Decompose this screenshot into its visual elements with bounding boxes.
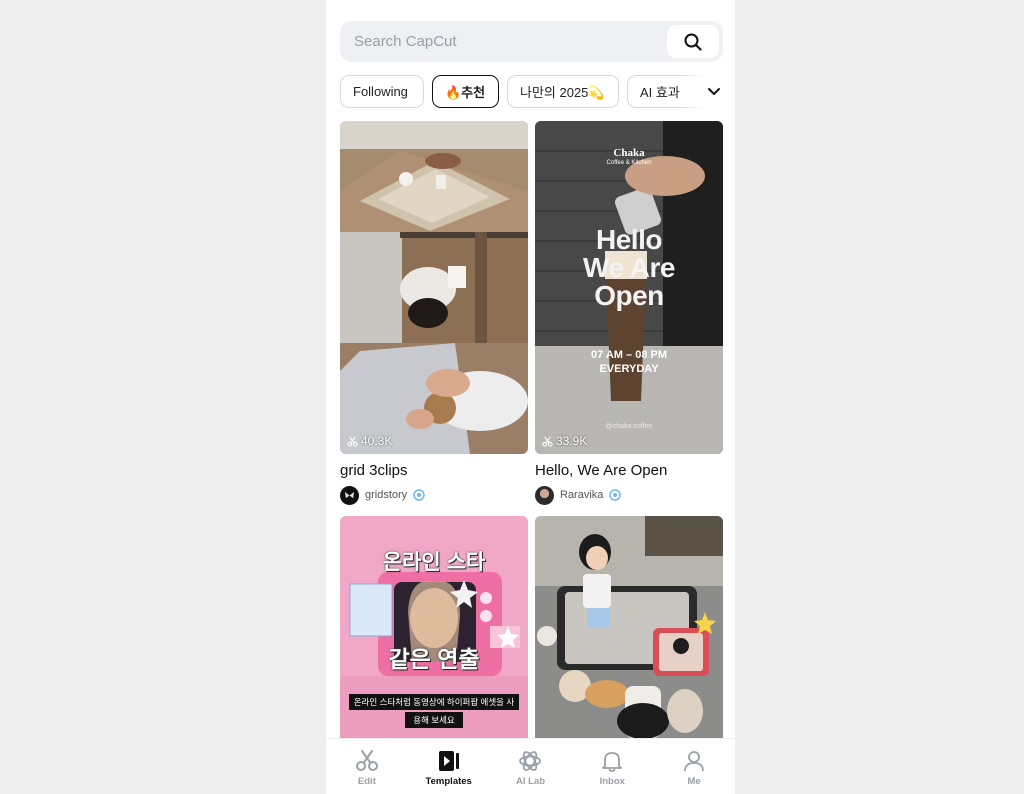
search-input[interactable]: Search CapCut	[354, 33, 457, 50]
usage-count: 40.3K	[347, 434, 392, 448]
chevron-down-icon	[708, 88, 720, 95]
tab-following[interactable]: Following	[340, 75, 424, 108]
thumbnail-image	[535, 516, 723, 738]
category-tabs: Following 🔥추천 나만의 2025💫 AI 효과	[340, 75, 735, 109]
search-button[interactable]	[667, 25, 719, 58]
author-row[interactable]: Raravika	[535, 485, 622, 505]
search-bar[interactable]: Search CapCut	[340, 21, 723, 62]
usage-count: 33.9K	[542, 434, 587, 448]
tab-recommended[interactable]: 🔥추천	[432, 75, 499, 108]
thumbnail-image	[340, 121, 528, 454]
usage-count-value: 40.3K	[361, 434, 393, 448]
overlay-headline-3: Open	[594, 280, 664, 311]
overlay-caption-1: 온라인 스타처럼 동영상에 하이퍼팝 에셋을 사	[349, 694, 519, 710]
template-card-hello-we-are-open[interactable]: Chaka Coffee & Kitchen Hello We Are Open…	[535, 121, 723, 511]
verified-icon	[413, 489, 425, 501]
scissors-icon	[542, 436, 553, 447]
template-card-online-star[interactable]: 온라인 스타 같은 연출 온라인 스타처럼 동영상에 하이퍼팝 에셋을 사 용해…	[340, 516, 528, 738]
avatar	[535, 485, 554, 505]
overlay-top-text: 온라인 스타	[382, 551, 486, 574]
atom-icon	[519, 751, 542, 771]
overlay-days: EVERYDAY	[599, 363, 659, 375]
card-title[interactable]: grid 3clips	[340, 462, 408, 479]
template-thumbnail[interactable]: 40.3K	[340, 121, 528, 454]
overlay-brand-sub: Coffee & Kitchen	[606, 160, 652, 166]
tab-label: AI 효과	[640, 85, 680, 100]
usage-count-value: 33.9K	[556, 434, 588, 448]
nav-label: Inbox	[599, 776, 625, 787]
tab-label: 나만의 2025💫	[520, 85, 605, 100]
nav-label: Me	[687, 776, 701, 787]
nav-me[interactable]: Me	[653, 739, 735, 794]
expand-tabs-button[interactable]	[678, 75, 735, 109]
overlay-caption-2: 용해 보세요	[405, 712, 463, 728]
search-icon	[684, 33, 702, 51]
scissors-icon	[355, 750, 378, 771]
template-card-sticker-collage[interactable]	[535, 516, 723, 738]
overlay-brand: Chaka	[613, 147, 645, 159]
template-thumbnail[interactable]	[535, 516, 723, 738]
template-thumbnail[interactable]: 온라인 스타 같은 연출 온라인 스타처럼 동영상에 하이퍼팝 에셋을 사 용해…	[340, 516, 528, 738]
nav-label: Templates	[425, 776, 472, 787]
nav-label: Edit	[357, 776, 376, 787]
card-title[interactable]: Hello, We Are Open	[535, 462, 667, 479]
template-thumbnail[interactable]: Chaka Coffee & Kitchen Hello We Are Open…	[535, 121, 723, 454]
author-name: gridstory	[365, 489, 408, 501]
templates-icon	[438, 751, 459, 771]
tab-label: Following	[353, 84, 408, 99]
person-icon	[684, 751, 704, 772]
bell-icon	[602, 752, 623, 772]
author-row[interactable]: gridstory	[340, 485, 425, 505]
avatar	[340, 485, 359, 505]
scissors-icon	[347, 436, 358, 447]
nav-label: AI Lab	[515, 776, 545, 787]
author-name: Raravika	[560, 489, 604, 501]
template-card-grid-3clips[interactable]: 40.3K grid 3clips gridstory	[340, 121, 528, 511]
bottom-nav: Edit Templates AI Lab Inbox Me	[326, 738, 735, 794]
tab-my-2025[interactable]: 나만의 2025💫	[507, 75, 619, 108]
tab-label: 🔥추천	[445, 85, 486, 100]
overlay-mid-text: 같은 연출	[388, 646, 480, 672]
nav-ai-lab[interactable]: AI Lab	[490, 739, 572, 794]
overlay-handle: @chaka.coffee	[605, 423, 653, 430]
thumbnail-overlay: Chaka Coffee & Kitchen Hello We Are Open…	[535, 121, 723, 454]
nav-templates[interactable]: Templates	[408, 739, 490, 794]
butterfly-icon	[344, 491, 355, 498]
overlay-hours: 07 AM – 08 PM	[590, 349, 667, 361]
nav-edit[interactable]: Edit	[326, 739, 408, 794]
thumbnail-overlay: 온라인 스타 같은 연출 온라인 스타처럼 동영상에 하이퍼팝 에셋을 사 용해…	[340, 516, 528, 738]
app-screen: Search CapCut Following 🔥추천 나만의 2025💫 AI…	[326, 0, 735, 794]
verified-icon	[609, 489, 622, 501]
nav-inbox[interactable]: Inbox	[571, 739, 653, 794]
